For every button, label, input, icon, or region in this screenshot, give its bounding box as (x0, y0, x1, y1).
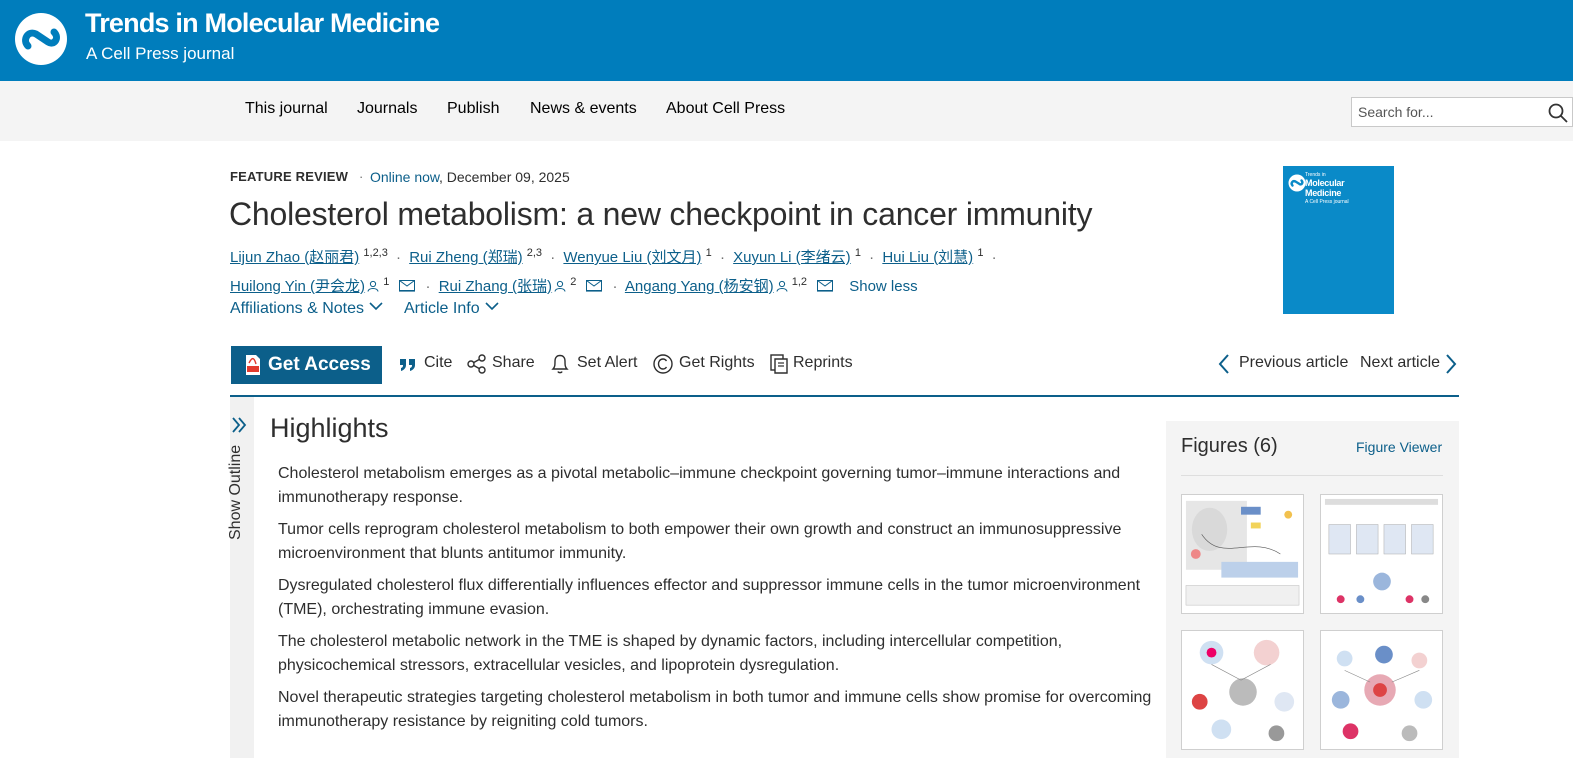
search-icon (1548, 103, 1568, 123)
journal-subtitle: A Cell Press journal (86, 44, 235, 63)
author-separator: · (869, 249, 875, 266)
online-now-link[interactable]: Online now (370, 169, 440, 185)
nav-news-events[interactable]: News & events (530, 100, 637, 118)
publication-date: , December 09, 2025 (439, 169, 570, 185)
previous-article-link[interactable]: Previous article (1239, 354, 1348, 372)
author-link[interactable]: Lijun Zhao (赵丽君) (230, 249, 359, 266)
copyright-icon (653, 354, 673, 374)
author-affiliation-ref: 1,2,3 (363, 247, 388, 259)
cell-press-logo[interactable] (14, 12, 70, 66)
author-affiliation-ref: 1 (383, 276, 390, 288)
chevron-right-icon (1446, 354, 1457, 374)
mail-icon[interactable] (586, 280, 603, 292)
author-list: Lijun Zhao (赵丽君) 1,2,3 · Rui Zheng (郑瑞) … (230, 241, 1030, 299)
journal-cover[interactable]: Trends in Molecular Medicine A Cell Pres… (1283, 166, 1394, 314)
nav-about-cell-press[interactable]: About Cell Press (666, 100, 785, 118)
author-separator: · (425, 278, 431, 295)
author-link[interactable]: Huilong Yin (尹会龙) (230, 278, 365, 295)
figures-divider (1181, 475, 1443, 476)
nav-publish[interactable]: Publish (447, 100, 499, 118)
author-separator: · (612, 278, 618, 295)
get-rights-button[interactable]: Get Rights (679, 354, 755, 372)
mail-icon[interactable] (399, 280, 416, 292)
next-article-link[interactable]: Next article (1360, 354, 1440, 372)
highlight-item: Dysregulated cholesterol flux differenti… (278, 577, 1141, 618)
author-link[interactable]: Angang Yang (杨安钢) (625, 278, 774, 295)
figure-2-image (1324, 498, 1439, 604)
search-button[interactable] (1542, 97, 1573, 127)
cover-text: A Cell Press journal (1305, 199, 1349, 205)
figure-viewer-link[interactable]: Figure Viewer (1356, 439, 1442, 455)
highlight-item: Cholesterol metabolism emerges as a pivo… (278, 465, 1121, 506)
mail-icon[interactable] (817, 280, 834, 292)
highlight-item: Tumor cells reprogram cholesterol metabo… (278, 521, 1122, 562)
figure-thumbnail[interactable] (1320, 494, 1443, 614)
person-icon (367, 280, 379, 292)
affiliations-notes-toggle[interactable]: Affiliations & Notes (230, 300, 383, 318)
bell-icon (551, 354, 569, 374)
cite-button[interactable]: Cite (424, 354, 452, 372)
reprints-button[interactable]: Reprints (793, 354, 853, 372)
article-type: FEATURE REVIEW (230, 169, 349, 184)
meta-separator: · (359, 169, 364, 184)
chevron-down-icon (369, 302, 383, 311)
share-button[interactable]: Share (492, 354, 535, 372)
cover-title-line: Medicine (1305, 188, 1342, 198)
quote-icon (400, 359, 415, 371)
author-link[interactable]: Hui Liu (刘慧) (882, 249, 973, 266)
person-icon (554, 280, 566, 292)
set-alert-button[interactable]: Set Alert (577, 354, 637, 372)
author-affiliation-ref: 2,3 (526, 247, 543, 259)
search-input[interactable] (1351, 97, 1543, 127)
affiliations-label: Affiliations & Notes (230, 300, 364, 317)
author-affiliation-ref: 1 (977, 247, 984, 259)
author-separator: · (991, 249, 997, 266)
author-separator: · (719, 249, 725, 266)
toolbar-divider (230, 395, 1459, 397)
author-affiliation-ref: 2 (570, 276, 577, 288)
person-icon (776, 280, 788, 292)
cell-press-logo (1288, 174, 1306, 192)
nav-journals[interactable]: Journals (357, 100, 417, 118)
highlight-item: Novel therapeutic strategies targeting c… (278, 689, 1152, 730)
article-info-toggle[interactable]: Article Info (404, 300, 499, 318)
figure-4-image (1331, 645, 1433, 742)
figure-thumbnail[interactable] (1181, 630, 1304, 750)
cover-title: Molecular Medicine (1305, 178, 1345, 198)
reprints-icon (770, 354, 788, 374)
show-outline-button[interactable]: Show Outline (227, 445, 245, 540)
figure-1-image (1185, 500, 1300, 606)
cover-title-line: Molecular (1305, 178, 1345, 188)
highlight-item: The cholesterol metabolic network in the… (278, 633, 1063, 674)
share-icon (467, 354, 486, 374)
figures-title: Figures (6) (1181, 435, 1278, 457)
author-separator: · (550, 249, 556, 266)
author-link[interactable]: Rui Zheng (郑瑞) (409, 249, 522, 266)
figure-thumbnail[interactable] (1181, 494, 1304, 614)
author-link[interactable]: Wenyue Liu (刘文月) (563, 249, 701, 266)
figure-3-image (1191, 639, 1295, 742)
article-title: Cholesterol metabolism: a new checkpoint… (229, 196, 1093, 232)
highlights-heading: Highlights (270, 413, 389, 443)
author-affiliation-ref: 1,2 (791, 276, 808, 288)
show-less-button[interactable]: Show less (849, 278, 917, 295)
pdf-icon (246, 355, 260, 375)
chevron-left-icon (1218, 354, 1229, 374)
author-link[interactable]: Rui Zhang (张瑞) (439, 278, 552, 295)
author-affiliation-ref: 1 (705, 247, 712, 259)
chevron-down-icon (485, 302, 499, 311)
author-link[interactable]: Xuyun Li (李绪云) (733, 249, 851, 266)
double-chevron-right-icon[interactable] (231, 416, 247, 434)
author-separator: · (396, 249, 402, 266)
journal-title[interactable]: Trends in Molecular Medicine (85, 8, 440, 39)
author-affiliation-ref: 1 (854, 247, 861, 259)
main-nav (0, 81, 1573, 141)
article-info-label: Article Info (404, 300, 480, 317)
figure-thumbnail[interactable] (1320, 630, 1443, 750)
nav-this-journal[interactable]: This journal (245, 100, 328, 118)
